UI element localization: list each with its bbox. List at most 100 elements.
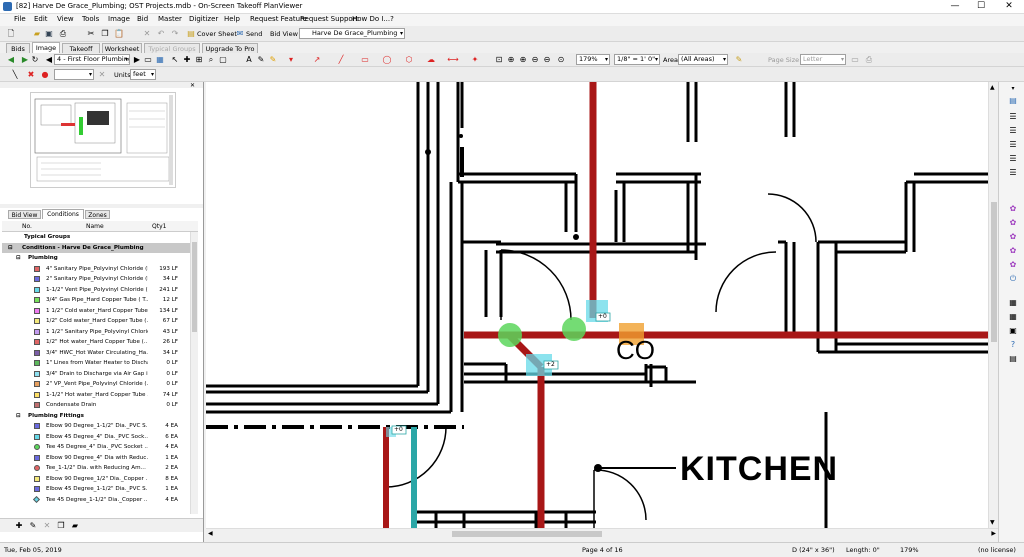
- pan-icon[interactable]: ✚: [182, 55, 192, 65]
- close-button[interactable]: ✕: [994, 0, 1024, 13]
- menu-help[interactable]: Help: [224, 15, 240, 23]
- send-button[interactable]: Send: [246, 30, 262, 38]
- condition-row[interactable]: 1/2" Hot water_Hard Copper Tube (... 26 L…: [2, 337, 196, 348]
- markup-3-icon[interactable]: ✿: [1008, 232, 1018, 242]
- panel-splitter[interactable]: [0, 204, 203, 208]
- condition-row[interactable]: 3/4" HWC_Hot Water Circulating_Ha... 34 L…: [2, 348, 196, 359]
- scroll-up-arrow[interactable]: ▲: [990, 84, 995, 91]
- layers-icon[interactable]: ▤: [1008, 96, 1018, 106]
- expand-icon[interactable]: ⊟: [8, 243, 13, 254]
- column-name[interactable]: Name: [86, 223, 104, 230]
- redo-icon[interactable]: ↷: [170, 29, 180, 39]
- clear-icon[interactable]: ✕: [97, 70, 107, 80]
- markup-4-icon[interactable]: ✿: [1008, 246, 1018, 256]
- image-icon[interactable]: ▦: [155, 55, 165, 65]
- pen-icon[interactable]: ✎: [256, 55, 266, 65]
- line-icon[interactable]: ╱: [336, 55, 346, 65]
- pin-icon[interactable]: ▾: [1008, 84, 1018, 94]
- menu-request-feature[interactable]: Request Feature: [250, 15, 307, 23]
- scale-select[interactable]: 1/8" = 1' 0": [614, 54, 660, 65]
- next-page-icon[interactable]: ▶: [132, 55, 142, 65]
- document-icon[interactable]: ▤: [1008, 354, 1018, 364]
- menu-request-support[interactable]: Request Support: [300, 15, 358, 23]
- menu-how-do-i[interactable]: How Do I...?: [352, 15, 394, 23]
- condition-row[interactable]: Tee 45 Degree_4" Dia._PVC Socket ... 4 EA: [2, 442, 196, 453]
- print-icon[interactable]: ⎙: [58, 29, 68, 39]
- arrow-icon[interactable]: ↗: [312, 55, 322, 65]
- list-scroll-thumb[interactable]: [192, 242, 197, 332]
- pointer-icon[interactable]: ↖: [170, 55, 180, 65]
- undo-icon[interactable]: ↶: [156, 29, 166, 39]
- window-icon[interactable]: ▣: [1008, 326, 1018, 336]
- scroll-down-arrow[interactable]: ▼: [990, 519, 995, 526]
- refresh-icon[interactable]: ↻: [30, 55, 40, 65]
- page-thumbnail[interactable]: [30, 92, 176, 188]
- page-size-select[interactable]: Letter: [800, 54, 846, 65]
- zoom-100-icon[interactable]: ⊙: [556, 55, 566, 65]
- zoom-select[interactable]: 179%: [576, 54, 610, 65]
- select-line-icon[interactable]: ╲: [10, 70, 20, 80]
- condition-row[interactable]: 1 1/2" Sanitary Pipe_Polyvinyl Chlorid..…: [2, 327, 196, 338]
- column-qty[interactable]: Qty1: [152, 223, 166, 230]
- vertical-scrollbar[interactable]: ▲ ▼: [988, 82, 998, 528]
- menu-edit[interactable]: Edit: [34, 15, 48, 23]
- tab-worksheet[interactable]: Worksheet: [102, 43, 142, 53]
- forward-icon[interactable]: ▶: [20, 55, 30, 65]
- list-scrollbar[interactable]: [190, 232, 198, 514]
- zoom-icon[interactable]: ⌕: [206, 55, 216, 65]
- expand-icon[interactable]: ⊟: [16, 411, 21, 422]
- panel-tab-zones[interactable]: Zones: [85, 210, 110, 219]
- condition-row[interactable]: Elbow 90 Degree_1-1/2" Dia._PVC S... 4 EA: [2, 421, 196, 432]
- condition-row[interactable]: Tee_1-1/2" Dia. with Reducing Am... 2 EA: [2, 463, 196, 474]
- markup-2-icon[interactable]: ✿: [1008, 218, 1018, 228]
- rectangle-icon[interactable]: ▭: [360, 55, 370, 65]
- markup-1-icon[interactable]: ✿: [1008, 204, 1018, 214]
- area-icon[interactable]: ✎: [734, 55, 744, 65]
- marker-icon[interactable]: ✎: [268, 55, 278, 65]
- menu-master[interactable]: Master: [158, 15, 182, 23]
- list-3-icon[interactable]: ☰: [1008, 140, 1018, 150]
- copy-icon[interactable]: ❐: [100, 29, 110, 39]
- cover-sheet-button[interactable]: Cover Sheet: [197, 30, 237, 38]
- highlighter-icon[interactable]: ▾: [286, 55, 296, 65]
- tab-takeoff[interactable]: Takeoff: [62, 43, 100, 53]
- vertical-scroll-thumb[interactable]: [991, 202, 997, 342]
- page-select[interactable]: 4 - First Floor Plumbing: [54, 54, 130, 65]
- power-icon[interactable]: ⏻: [1008, 274, 1018, 284]
- menu-bid[interactable]: Bid: [137, 15, 148, 23]
- scroll-left-arrow[interactable]: ◀: [208, 530, 213, 537]
- grid-icon[interactable]: ▦: [1008, 298, 1018, 308]
- menu-digitizer[interactable]: Digitizer: [189, 15, 218, 23]
- record-icon[interactable]: ●: [40, 70, 50, 80]
- page-setup-icon[interactable]: ▭: [850, 55, 860, 65]
- panel-tab-conditions[interactable]: Conditions: [42, 209, 84, 219]
- condition-row[interactable]: Elbow 90 Degree_4" Dia with Reduc... 1 EA: [2, 453, 196, 464]
- zoom-prev-icon[interactable]: ⊖: [542, 55, 552, 65]
- menu-view[interactable]: View: [57, 15, 74, 23]
- condition-row[interactable]: 1-1/2" Vent Pipe_Polyvinyl Chloride (...…: [2, 285, 196, 296]
- menu-file[interactable]: File: [14, 15, 26, 23]
- horizontal-scroll-thumb[interactable]: [452, 531, 602, 537]
- cut-icon[interactable]: ✂: [86, 29, 96, 39]
- highlight-icon[interactable]: ▢: [218, 55, 228, 65]
- tab-image[interactable]: Image: [32, 42, 60, 53]
- condition-row[interactable]: Elbow 90 Degree_1/2" Dia._Copper ... 8 EA: [2, 474, 196, 485]
- condition-row[interactable]: Elbow 45 Degree_4" Dia._PVC Sock... 6 EA: [2, 432, 196, 443]
- page-icon[interactable]: ▭: [143, 55, 153, 65]
- condition-row[interactable]: Condensate Drain 0 LF: [2, 400, 196, 411]
- condition-row[interactable]: 3/4" Gas Pipe_Hard Copper Tube ( T... 12 …: [2, 295, 196, 306]
- help-icon[interactable]: ?: [1008, 340, 1018, 350]
- polygon-icon[interactable]: ⬡: [404, 55, 414, 65]
- zoom-window-icon[interactable]: ⊞: [194, 55, 204, 65]
- condition-row[interactable]: 1" Lines from Water Heater to Discha... 0…: [2, 358, 196, 369]
- condition-row[interactable]: 1 1/2" Cold water_Hard Copper Tube ... 13…: [2, 306, 196, 317]
- zoom-fit-icon[interactable]: ⊕: [506, 55, 516, 65]
- fit-page-icon[interactable]: ⊡: [494, 55, 504, 65]
- condition-row[interactable]: 1-1/2" Hot water_Hard Copper Tube ... 74 …: [2, 390, 196, 401]
- zoom-out-icon[interactable]: ⊖: [530, 55, 540, 65]
- menu-tools[interactable]: Tools: [82, 15, 99, 23]
- condition-row[interactable]: 2" Sanitary Pipe_Polyvinyl Chloride (P..…: [2, 274, 196, 285]
- column-no[interactable]: No.: [22, 223, 32, 230]
- delete-point-icon[interactable]: ✖: [26, 70, 36, 80]
- expand-icon[interactable]: ⊟: [16, 253, 21, 264]
